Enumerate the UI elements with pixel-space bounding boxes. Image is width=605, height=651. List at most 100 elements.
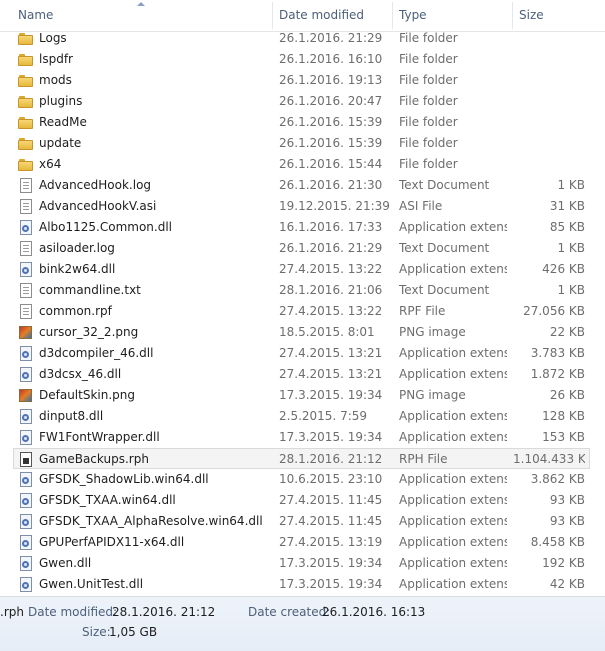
file-row[interactable]: update 26.1.2016. 15:39 File folder	[0, 133, 605, 154]
file-size	[513, 154, 585, 175]
file-row[interactable]: plugins 26.1.2016. 20:47 File folder	[0, 91, 605, 112]
file-type: Application extens...	[399, 493, 507, 507]
file-type: Text Document	[399, 178, 490, 192]
file-name: dinput8.dll	[39, 409, 104, 423]
text-document-icon-shape	[20, 283, 32, 298]
file-name: GPUPerfAPIDX11-x64.dll	[39, 535, 185, 549]
file-row[interactable]: cursor_32_2.png 18.5.2015. 8:01 PNG image 2…	[0, 322, 605, 343]
file-type: Application extens...	[399, 577, 507, 591]
file-row[interactable]: DefaultSkin.png 17.3.2015. 19:34 PNG image…	[0, 385, 605, 406]
file-size: 85 KB	[549, 220, 585, 234]
dll-gear-icon	[18, 532, 34, 553]
file-size: 1 KB	[557, 241, 585, 255]
dll-gear-icon	[18, 574, 34, 595]
file-name: asiloader.log	[39, 241, 115, 255]
file-name: mods	[39, 73, 72, 87]
png-image-icon	[18, 322, 34, 343]
file-date-modified: 10.6.2015. 23:10	[279, 472, 383, 486]
file-name: GFSDK_TXAA_AlphaResolve.win64.dll	[39, 514, 263, 528]
file-size	[513, 70, 585, 91]
file-size: 3.783 KB	[530, 346, 585, 360]
file-row[interactable]: d3dcsx_46.dll 27.4.2015. 13:21 Application…	[0, 364, 605, 385]
file-size	[513, 28, 585, 49]
text-document-icon	[18, 280, 34, 301]
file-row[interactable]: Gwen.UnitTest.dll 17.3.2015. 19:34 Applica…	[0, 574, 605, 595]
folder-icon	[18, 28, 34, 49]
details-date-modified-value: 28.1.2016. 21:12	[112, 605, 216, 619]
file-row[interactable]: FW1FontWrapper.dll 17.3.2015. 19:34 Applic…	[0, 427, 605, 448]
file-row[interactable]: GPUPerfAPIDX11-x64.dll 27.4.2015. 13:19 Ap…	[0, 532, 605, 553]
file-size: 22 KB	[549, 325, 585, 339]
folder-icon	[18, 133, 34, 154]
file-row[interactable]: dinput8.dll 2.5.2015. 7:59 Application ext…	[0, 406, 605, 427]
file-row[interactable]: d3dcompiler_46.dll 27.4.2015. 13:21 Applic…	[0, 343, 605, 364]
file-name: AdvancedHookV.asi	[39, 199, 157, 213]
file-name: Logs	[39, 31, 67, 45]
file-row-selected[interactable]: GameBackups.rph 28.1.2016. 21:12 RPH File 1…	[13, 448, 590, 469]
file-size: 153 KB	[542, 430, 585, 444]
dll-gear-icon	[18, 343, 34, 364]
file-type: Application extens...	[399, 472, 507, 486]
file-date-modified: 26.1.2016. 21:29	[279, 241, 383, 255]
folder-icon	[18, 70, 34, 91]
file-name: common.rpf	[39, 304, 112, 318]
file-row[interactable]: GFSDK_TXAA_AlphaResolve.win64.dll 27.4.20…	[0, 511, 605, 532]
column-header-type[interactable]: Type	[393, 0, 512, 31]
generic-file-icon-shape	[20, 199, 32, 214]
file-date-modified: 26.1.2016. 19:13	[279, 73, 383, 87]
dll-gear-icon	[18, 553, 34, 574]
png-image-icon-shape	[19, 326, 32, 339]
dll-gear-icon	[18, 427, 34, 448]
dll-gear-icon	[18, 364, 34, 385]
file-size: 8.458 KB	[530, 535, 585, 549]
file-row[interactable]: asiloader.log 26.1.2016. 21:29 Text Docume…	[0, 238, 605, 259]
column-header-date-modified[interactable]: Date modified	[273, 0, 392, 31]
details-file-name: .rph	[0, 605, 24, 619]
file-date-modified: 2.5.2015. 7:59	[279, 409, 368, 423]
file-type: PNG image	[399, 325, 466, 339]
file-type: Application extens...	[399, 262, 507, 276]
file-name: FW1FontWrapper.dll	[39, 430, 160, 444]
file-row[interactable]: ReadMe 26.1.2016. 15:39 File folder	[0, 112, 605, 133]
file-date-modified: 27.4.2015. 11:45	[279, 493, 383, 507]
file-row[interactable]: Albo1125.Common.dll 16.1.2016. 17:33 Appli…	[0, 217, 605, 238]
file-type: File folder	[399, 94, 458, 108]
file-date-modified: 27.4.2015. 13:22	[279, 304, 383, 318]
file-row[interactable]: commandline.txt 28.1.2016. 21:06 Text Docu…	[0, 280, 605, 301]
file-size	[513, 91, 585, 112]
file-row[interactable]: common.rpf 27.4.2015. 13:22 RPF File 27.056…	[0, 301, 605, 322]
details-date-modified-label: Date modified:	[28, 605, 118, 619]
file-row[interactable]: bink2w64.dll 27.4.2015. 13:22 Application …	[0, 259, 605, 280]
file-name: GFSDK_ShadowLib.win64.dll	[39, 472, 209, 486]
file-type: File folder	[399, 52, 458, 66]
file-row[interactable]: AdvancedHook.log 26.1.2016. 21:30 Text Doc…	[0, 175, 605, 196]
file-row[interactable]: AdvancedHookV.asi 19.12.2015. 21:39 ASI Fi…	[0, 196, 605, 217]
file-date-modified: 27.4.2015. 13:21	[279, 367, 383, 381]
dll-gear-icon	[18, 406, 34, 427]
dll-gear-icon-shape	[20, 535, 32, 550]
file-row[interactable]: mods 26.1.2016. 19:13 File folder	[0, 70, 605, 91]
file-row[interactable]: Logs 26.1.2016. 21:29 File folder	[0, 28, 605, 49]
folder-icon-shape	[18, 52, 34, 67]
folder-icon	[18, 112, 34, 133]
file-row[interactable]: x64 26.1.2016. 15:44 File folder	[0, 154, 605, 175]
dll-gear-icon-shape	[20, 577, 32, 592]
dll-gear-icon	[18, 511, 34, 532]
file-row[interactable]: GFSDK_ShadowLib.win64.dll 10.6.2015. 23:1…	[0, 469, 605, 490]
file-row[interactable]: Gwen.dll 17.3.2015. 19:34 Application exte…	[0, 553, 605, 574]
file-size: 192 KB	[542, 556, 585, 570]
dll-gear-icon-shape	[20, 430, 32, 445]
file-date-modified: 27.4.2015. 11:45	[279, 514, 383, 528]
file-date-modified: 19.12.2015. 21:39	[279, 199, 390, 213]
file-date-modified: 28.1.2016. 21:06	[279, 283, 383, 297]
dll-gear-icon	[18, 490, 34, 511]
column-header-size[interactable]: Size	[513, 0, 603, 31]
file-type: RPH File	[399, 452, 448, 466]
file-row[interactable]: GFSDK_TXAA.win64.dll 27.4.2015. 11:45 Appl…	[0, 490, 605, 511]
file-date-modified: 26.1.2016. 21:29	[279, 31, 383, 45]
folder-icon	[18, 91, 34, 112]
file-row[interactable]: lspdfr 26.1.2016. 16:10 File folder	[0, 49, 605, 70]
folder-icon-shape	[18, 136, 34, 151]
dll-gear-icon-shape	[20, 514, 32, 529]
file-size	[513, 49, 585, 70]
